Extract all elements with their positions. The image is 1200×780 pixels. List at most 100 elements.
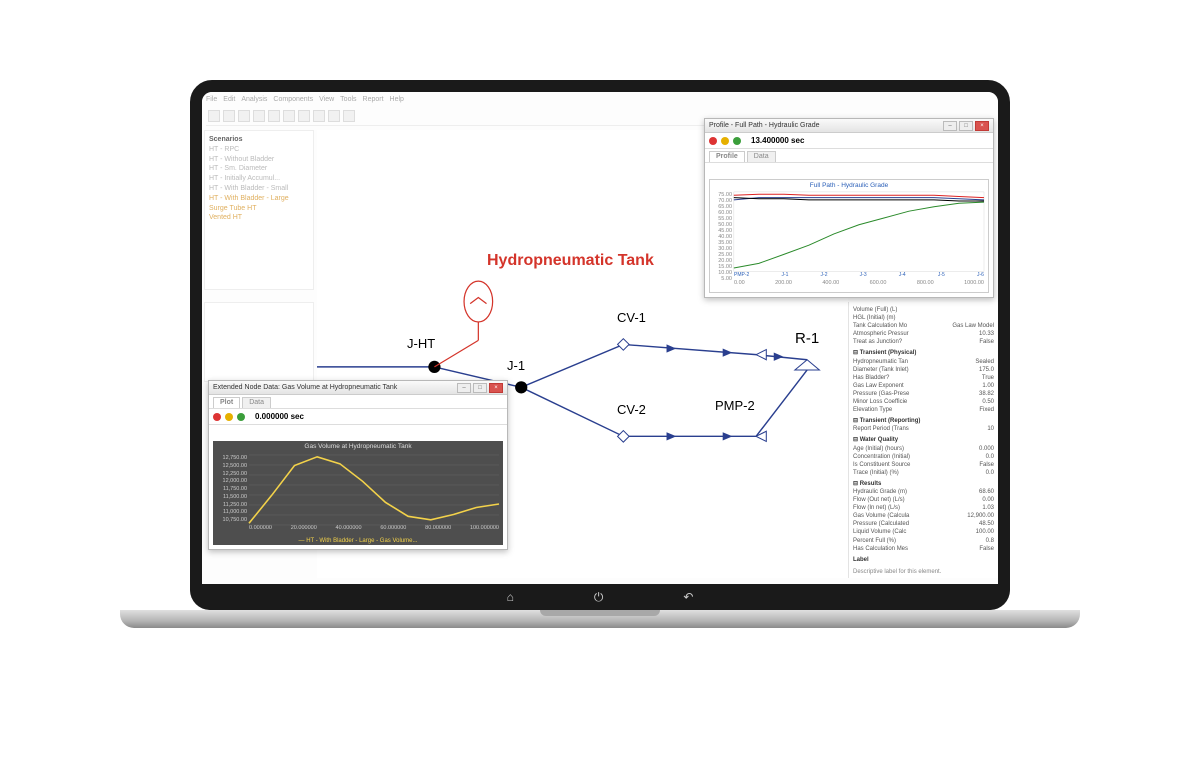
window-titlebar[interactable]: Extended Node Data: Gas Volume at Hydrop… xyxy=(209,381,507,395)
tree-item[interactable]: HT - Sm. Diameter xyxy=(209,164,309,174)
property-row[interactable]: Diameter (Tank Inlet)175.0 xyxy=(853,366,994,374)
property-row[interactable]: Tank Calculation MoGas Law Model xyxy=(853,322,994,330)
property-row[interactable]: Minor Loss Coefficie0.50 xyxy=(853,398,994,406)
element-symbology-panel[interactable] xyxy=(204,302,314,382)
property-row[interactable]: Elevation TypeFixed xyxy=(853,406,994,414)
close-button[interactable]: × xyxy=(975,121,989,131)
property-row[interactable]: Hydropneumatic TanSealed xyxy=(853,358,994,366)
tree-item-active[interactable]: HT - With Bladder - Large xyxy=(209,194,309,204)
node-label-pmp2: PMP-2 xyxy=(715,398,755,413)
play-icon[interactable] xyxy=(237,413,245,421)
window-title-text: Extended Node Data: Gas Volume at Hydrop… xyxy=(213,384,397,391)
tab-data[interactable]: Data xyxy=(747,151,776,162)
toolbar-button[interactable] xyxy=(223,110,235,122)
power-icon: ⏻ xyxy=(594,590,604,605)
property-row[interactable]: Atmospheric Pressur10.33 xyxy=(853,330,994,338)
record-icon[interactable] xyxy=(213,413,221,421)
play-icon[interactable] xyxy=(733,137,741,145)
toolbar-button[interactable] xyxy=(298,110,310,122)
property-row[interactable]: Pressure (Calculated48.50 xyxy=(853,520,994,528)
playback-strip[interactable]: 13.400000 sec xyxy=(705,133,993,149)
toolbar-button[interactable] xyxy=(253,110,265,122)
menu-item[interactable]: Tools xyxy=(340,96,356,103)
property-row[interactable]: Percent Full (%)0.8 xyxy=(853,537,994,545)
tree-item[interactable]: Vented HT xyxy=(209,213,309,223)
property-row[interactable]: Treat as Junction?False xyxy=(853,338,994,346)
tree-item[interactable]: Surge Tube HT xyxy=(209,204,309,214)
tab-profile[interactable]: Profile xyxy=(709,151,745,162)
panel-title: Scenarios xyxy=(209,135,309,145)
property-row[interactable]: Flow (Out net) (L/s)0.00 xyxy=(853,496,994,504)
menu-bar[interactable]: File Edit Analysis Components View Tools… xyxy=(206,96,404,103)
window-profile[interactable]: Profile - Full Path - Hydraulic Grade – … xyxy=(704,118,994,298)
property-row[interactable]: Trace (Initial) (%)0.0 xyxy=(853,469,994,477)
menu-item[interactable]: View xyxy=(319,96,334,103)
property-row[interactable]: Pressure (Gas-Prese38.82 xyxy=(853,390,994,398)
window-titlebar[interactable]: Profile - Full Path - Hydraulic Grade – … xyxy=(705,119,993,133)
tab-bar[interactable]: Profile Data xyxy=(705,149,993,163)
tab-data[interactable]: Data xyxy=(242,397,271,408)
minimize-button[interactable]: – xyxy=(943,121,957,131)
property-row[interactable]: Volume (Full) (L) xyxy=(853,306,994,314)
toolbar-button[interactable] xyxy=(268,110,280,122)
hydraulic-grade-chart: Full Path - Hydraulic Grade 75.0070.0065… xyxy=(709,179,989,293)
pause-icon[interactable] xyxy=(225,413,233,421)
window-extended-node-data[interactable]: Extended Node Data: Gas Volume at Hydrop… xyxy=(208,380,508,550)
property-row[interactable]: Is Constituent SourceFalse xyxy=(853,461,994,469)
maximize-button[interactable]: □ xyxy=(959,121,973,131)
close-button[interactable]: × xyxy=(489,383,503,393)
toolbar-button[interactable] xyxy=(208,110,220,122)
recent-icon: ↶ xyxy=(683,590,693,604)
time-readout: 13.400000 sec xyxy=(751,136,804,145)
node-label-jht: J-HT xyxy=(407,336,435,351)
menu-item[interactable]: Report xyxy=(363,96,384,103)
node-label-cv2: CV-2 xyxy=(617,402,646,417)
tree-item[interactable]: HT - With Bladder - Small xyxy=(209,184,309,194)
menu-item[interactable]: Analysis xyxy=(241,96,267,103)
app-window: File Edit Analysis Components View Tools… xyxy=(202,92,998,598)
property-row[interactable]: Has Bladder?True xyxy=(853,374,994,382)
property-row[interactable]: HGL (Initial) (m) xyxy=(853,314,994,322)
laptop-screen-bezel: File Edit Analysis Components View Tools… xyxy=(190,80,1010,610)
property-row[interactable]: Has Calculation MesFalse xyxy=(853,545,994,553)
property-row[interactable]: Flow (In net) (L/s)1.03 xyxy=(853,504,994,512)
property-row[interactable]: Concentration (Initial)0.0 xyxy=(853,453,994,461)
property-row[interactable]: Hydraulic Grade (m)68.60 xyxy=(853,488,994,496)
toolbar-button[interactable] xyxy=(283,110,295,122)
record-icon[interactable] xyxy=(709,137,717,145)
chart-legend: — HT - With Bladder - Large - Gas Volume… xyxy=(213,538,503,544)
back-icon: ⌂ xyxy=(507,590,514,604)
playback-strip[interactable]: 0.000000 sec xyxy=(209,409,507,425)
laptop-mockup: File Edit Analysis Components View Tools… xyxy=(190,80,1010,650)
property-row[interactable]: Report Period (Trans10 xyxy=(853,425,994,433)
laptop-notch xyxy=(540,610,660,616)
property-row[interactable]: Liquid Volume (Calc100.00 xyxy=(853,528,994,536)
minimize-button[interactable]: – xyxy=(457,383,471,393)
properties-panel[interactable]: Volume (Full) (L)HGL (Initial) (m)Tank C… xyxy=(848,302,998,578)
laptop-dock: ⌂ ⏻ ↶ xyxy=(190,584,1010,610)
menu-item[interactable]: Components xyxy=(273,96,313,103)
tab-plot[interactable]: Plot xyxy=(213,397,240,408)
property-row[interactable]: Gas Law Exponent1.00 xyxy=(853,382,994,390)
tank-label: Hydropneumatic Tank xyxy=(487,252,654,270)
toolbar-button[interactable] xyxy=(328,110,340,122)
node-label-j1: J-1 xyxy=(507,358,525,373)
pause-icon[interactable] xyxy=(721,137,729,145)
toolbar-button[interactable] xyxy=(238,110,250,122)
maximize-button[interactable]: □ xyxy=(473,383,487,393)
tree-item[interactable]: HT - RPC xyxy=(209,145,309,155)
tab-bar[interactable]: Plot Data xyxy=(209,395,507,409)
property-row[interactable]: Gas Volume (Calcula12,900.00 xyxy=(853,512,994,520)
menu-item[interactable]: Help xyxy=(390,96,404,103)
toolbar-button[interactable] xyxy=(343,110,355,122)
toolbar-button[interactable] xyxy=(313,110,325,122)
property-row[interactable]: Age (Initial) (hours)0.000 xyxy=(853,445,994,453)
gas-volume-chart: Gas Volume at Hydropneumatic Tank 12,750… xyxy=(213,441,503,545)
node-label-r1: R-1 xyxy=(795,330,819,347)
tree-item[interactable]: HT - Initially Accumul... xyxy=(209,174,309,184)
tree-item[interactable]: HT - Without Bladder xyxy=(209,155,309,165)
window-title-text: Profile - Full Path - Hydraulic Grade xyxy=(709,122,819,129)
scenario-tree-panel[interactable]: Scenarios HT - RPC HT - Without Bladder … xyxy=(204,130,314,290)
menu-item[interactable]: File xyxy=(206,96,217,103)
menu-item[interactable]: Edit xyxy=(223,96,235,103)
